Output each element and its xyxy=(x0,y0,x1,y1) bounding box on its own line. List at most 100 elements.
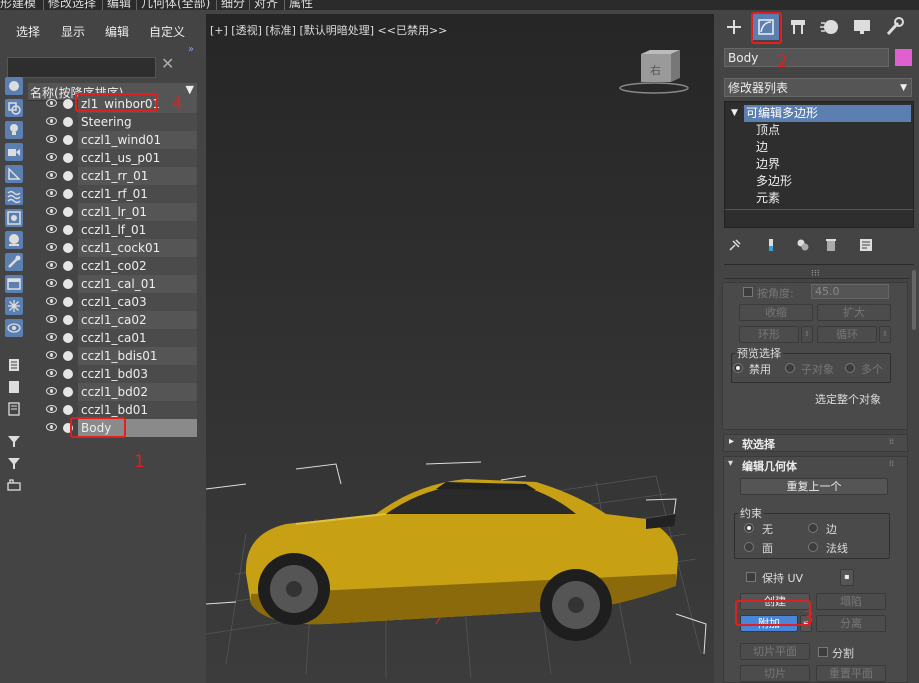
clear-search-icon[interactable]: ✕ xyxy=(161,54,174,73)
object-row[interactable]: cczl1_lr_01 xyxy=(42,203,197,221)
visibility-eye-icon[interactable] xyxy=(46,405,57,413)
display-spacewarps-icon[interactable] xyxy=(5,187,23,205)
display-tab-icon[interactable] xyxy=(849,14,875,40)
select-none-icon[interactable] xyxy=(5,378,23,396)
modifier-stack[interactable]: ▼ 可编辑多边形 顶点 边 边界 多边形 元素 xyxy=(724,101,914,228)
freeze-dot-icon[interactable] xyxy=(63,117,73,127)
display-frozen-icon[interactable] xyxy=(5,297,23,315)
object-color-swatch[interactable] xyxy=(895,49,912,66)
menu-item[interactable]: 属性 xyxy=(289,0,313,10)
object-row[interactable]: cczl1_bd03 xyxy=(42,365,197,383)
visibility-eye-icon[interactable] xyxy=(46,261,57,269)
visibility-eye-icon[interactable] xyxy=(46,297,57,305)
object-name-field[interactable]: Body xyxy=(724,48,889,67)
freeze-dot-icon[interactable] xyxy=(63,387,73,397)
stack-item-border[interactable]: 边界 xyxy=(756,156,780,173)
visibility-eye-icon[interactable] xyxy=(46,171,57,179)
explorer-tab-edit[interactable]: 编辑 xyxy=(105,23,129,40)
visibility-eye-icon[interactable] xyxy=(46,99,57,107)
visibility-eye-icon[interactable] xyxy=(46,243,57,251)
constraint-face-radio[interactable] xyxy=(744,542,754,552)
stack-item-edge[interactable]: 边 xyxy=(756,139,768,156)
preview-subobject-radio[interactable] xyxy=(785,363,795,373)
display-hidden-icon[interactable] xyxy=(5,319,23,337)
stack-item-vertex[interactable]: 顶点 xyxy=(756,122,780,139)
object-row[interactable]: cczl1_bdis01 xyxy=(42,347,197,365)
freeze-dot-icon[interactable] xyxy=(63,315,73,325)
menu-item[interactable]: 几何体(全部) xyxy=(141,0,210,10)
slice-plane-button[interactable]: 切片平面 xyxy=(740,643,810,660)
collapse-icon[interactable]: ▼ xyxy=(731,105,738,122)
configure-sets-icon[interactable] xyxy=(859,238,873,252)
freeze-dot-icon[interactable] xyxy=(63,261,73,271)
freeze-dot-icon[interactable] xyxy=(63,225,73,235)
object-row[interactable]: cczl1_co02 xyxy=(42,257,197,275)
shrink-button[interactable]: 收缩 xyxy=(739,304,813,321)
expand-icon[interactable]: » xyxy=(188,44,194,55)
display-groups-icon[interactable] xyxy=(5,209,23,227)
preview-multi-radio[interactable] xyxy=(845,363,855,373)
object-row[interactable]: Steering xyxy=(42,113,197,131)
object-row[interactable]: cczl1_lf_01 xyxy=(42,221,197,239)
freeze-dot-icon[interactable] xyxy=(63,135,73,145)
visibility-eye-icon[interactable] xyxy=(46,117,57,125)
select-invert-icon[interactable] xyxy=(5,400,23,418)
visibility-eye-icon[interactable] xyxy=(46,369,57,377)
explorer-tab-display[interactable]: 显示 xyxy=(61,23,85,40)
explorer-tab-customize[interactable]: 自定义 xyxy=(149,23,185,40)
object-row[interactable]: cczl1_rr_01 xyxy=(42,167,197,185)
object-row[interactable]: cczl1_rf_01 xyxy=(42,185,197,203)
panel-scrollbar[interactable] xyxy=(912,270,916,330)
pin-stack-icon[interactable] xyxy=(728,238,742,252)
constraint-normal-radio[interactable] xyxy=(808,542,818,552)
display-helpers-icon[interactable] xyxy=(5,165,23,183)
display-lights-icon[interactable] xyxy=(5,121,23,139)
object-row[interactable]: cczl1_wind01 xyxy=(42,131,197,149)
object-row[interactable]: cczl1_ca01 xyxy=(42,329,197,347)
ring-button[interactable]: 环形 xyxy=(739,326,799,343)
modifier-list-dropdown[interactable]: 修改器列表 ▼ xyxy=(724,78,912,97)
select-all-icon[interactable] xyxy=(5,356,23,374)
collapse-button[interactable]: 塌陷 xyxy=(816,593,886,610)
freeze-dot-icon[interactable] xyxy=(63,243,73,253)
freeze-dot-icon[interactable] xyxy=(63,171,73,181)
preserve-uv-checkbox[interactable] xyxy=(746,572,756,582)
reset-plane-button[interactable]: 重置平面 xyxy=(816,665,886,682)
preserve-uv-settings-button[interactable]: ▪ xyxy=(840,569,854,586)
stack-item-element[interactable]: 元素 xyxy=(756,190,780,207)
ring-spinner[interactable]: ⇕ xyxy=(801,326,813,343)
freeze-dot-icon[interactable] xyxy=(63,405,73,415)
freeze-dot-icon[interactable] xyxy=(63,351,73,361)
constraint-none-radio[interactable] xyxy=(744,523,754,533)
visibility-eye-icon[interactable] xyxy=(46,225,57,233)
visibility-eye-icon[interactable] xyxy=(46,387,57,395)
visibility-eye-icon[interactable] xyxy=(46,189,57,197)
freeze-dot-icon[interactable] xyxy=(63,279,73,289)
freeze-dot-icon[interactable] xyxy=(63,207,73,217)
preview-disabled-radio[interactable] xyxy=(733,363,743,373)
stack-item-root[interactable]: ▼ 可编辑多边形 xyxy=(729,105,911,122)
show-end-result-icon[interactable] xyxy=(764,238,778,252)
drag-handle-icon[interactable]: ⁝⁝⁝ xyxy=(811,269,820,279)
menu-item[interactable]: 形建模 xyxy=(0,0,36,10)
stack-item-polygon[interactable]: 多边形 xyxy=(756,173,792,190)
detach-button[interactable]: 分离 xyxy=(816,615,886,632)
object-row[interactable]: cczl1_ca03 xyxy=(42,293,197,311)
object-row[interactable]: cczl1_bd02 xyxy=(42,383,197,401)
freeze-dot-icon[interactable] xyxy=(63,99,73,109)
visibility-eye-icon[interactable] xyxy=(46,153,57,161)
visibility-eye-icon[interactable] xyxy=(46,333,57,341)
visibility-eye-icon[interactable] xyxy=(46,315,57,323)
freeze-dot-icon[interactable] xyxy=(63,333,73,343)
object-row[interactable]: cczl1_us_p01 xyxy=(42,149,197,167)
display-geometry-icon[interactable] xyxy=(5,77,23,95)
object-row[interactable]: cczl1_ca02 xyxy=(42,311,197,329)
display-cameras-icon[interactable] xyxy=(5,143,23,161)
grow-button[interactable]: 扩大 xyxy=(817,304,891,321)
explorer-tab-select[interactable]: 选择 xyxy=(16,23,40,40)
by-angle-checkbox[interactable] xyxy=(743,287,753,297)
loop-button[interactable]: 循环 xyxy=(817,326,877,343)
display-containers-icon[interactable] xyxy=(5,275,23,293)
freeze-dot-icon[interactable] xyxy=(63,189,73,199)
create-tab-icon[interactable] xyxy=(721,14,747,40)
